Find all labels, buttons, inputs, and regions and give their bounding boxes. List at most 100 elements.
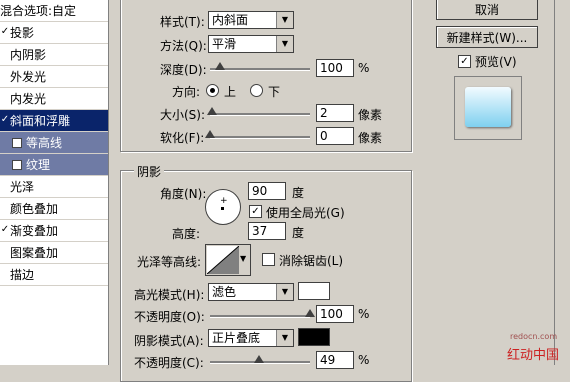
soften-slider-track[interactable]	[210, 136, 310, 139]
shadow-mode-label: 阴影模式(A):	[134, 334, 204, 348]
technique-select[interactable]: 平滑 ▼	[208, 35, 294, 53]
style-item-label: 内阴影	[10, 48, 47, 62]
highlight-mode-label: 高光模式(H):	[134, 288, 205, 302]
direction-down-label: 下	[268, 85, 281, 99]
soften-input[interactable]: 0	[316, 127, 354, 145]
technique-select-value: 平滑	[212, 37, 237, 51]
altitude-input[interactable]: 37	[248, 222, 286, 240]
shadow-opacity-slider-thumb[interactable]	[254, 355, 264, 363]
angle-unit: 度	[292, 186, 305, 200]
shadow-mode-value: 正片叠底	[212, 331, 261, 345]
shadow-color-swatch[interactable]	[298, 328, 330, 346]
style-item-label: 图案叠加	[10, 246, 59, 260]
checkmark-icon[interactable]: ✓	[0, 115, 10, 125]
highlight-mode-select[interactable]: 滤色 ▼	[208, 283, 294, 301]
global-light-checkbox[interactable]: ✓	[249, 205, 262, 218]
contour-preview-icon	[207, 246, 239, 274]
style-item[interactable]: 颜色叠加	[0, 198, 108, 220]
checkbox-icon[interactable]	[0, 49, 10, 59]
highlight-opacity-slider-thumb[interactable]	[305, 309, 315, 317]
size-label: 大小(S):	[160, 108, 206, 122]
blending-options-label: 混合选项:自定	[0, 4, 77, 18]
checkbox-icon[interactable]	[0, 269, 10, 279]
cancel-button[interactable]: 取消	[436, 0, 538, 20]
checkmark-icon: ✓	[251, 206, 260, 217]
chevron-down-icon: ▼	[276, 12, 293, 28]
watermark-logo: 红动中国	[507, 348, 560, 363]
depth-label: 深度(D):	[160, 63, 207, 77]
depth-slider-thumb[interactable]	[215, 62, 225, 70]
style-item[interactable]: 外发光	[0, 66, 108, 88]
highlight-mode-value: 滤色	[212, 285, 237, 299]
chevron-down-icon: ▼	[276, 330, 293, 346]
soften-slider-thumb[interactable]	[205, 130, 215, 138]
angle-input[interactable]: 90	[248, 182, 286, 200]
soften-label: 软化(F):	[160, 131, 205, 145]
chevron-down-icon: ▼	[240, 254, 247, 263]
dial-center-dot	[221, 207, 224, 210]
style-item-label: 描边	[10, 268, 35, 282]
size-slider-thumb[interactable]	[207, 107, 217, 115]
style-item[interactable]: 纹理	[0, 154, 108, 176]
soften-unit: 像素	[358, 131, 383, 145]
preview-checkbox[interactable]: ✓	[458, 55, 471, 68]
highlight-opacity-input[interactable]: 100	[316, 305, 354, 323]
checkmark-icon[interactable]: ✓	[0, 27, 10, 37]
style-item[interactable]: 内发光	[0, 88, 108, 110]
angle-dial[interactable]: +	[205, 189, 241, 225]
style-select[interactable]: 内斜面 ▼	[208, 11, 294, 29]
anti-alias-checkbox[interactable]	[262, 253, 275, 266]
chevron-down-icon: ▼	[276, 36, 293, 52]
depth-slider-track[interactable]	[210, 68, 310, 71]
checkmark-icon[interactable]: ✓	[0, 225, 10, 235]
depth-unit: %	[358, 61, 370, 75]
style-item[interactable]: 内阴影	[0, 44, 108, 66]
style-item[interactable]: ✓ 渐变叠加	[0, 220, 108, 242]
style-item-label: 纹理	[26, 158, 51, 172]
style-item[interactable]: ✓ 斜面和浮雕	[0, 110, 108, 132]
direction-label: 方向:	[172, 85, 201, 99]
blending-options-item[interactable]: 混合选项:自定	[0, 0, 108, 22]
highlight-opacity-label: 不透明度(O):	[134, 310, 205, 324]
shading-title: 阴影	[134, 163, 165, 180]
checkbox-icon[interactable]	[12, 138, 22, 148]
gloss-contour-picker[interactable]: ▼	[205, 244, 251, 276]
shadow-opacity-input[interactable]: 49	[316, 351, 354, 369]
direction-up-label: 上	[224, 85, 237, 99]
anti-alias-label: 消除锯齿(L)	[279, 254, 344, 268]
style-item-label: 外发光	[10, 70, 47, 84]
checkbox-icon[interactable]	[0, 203, 10, 213]
direction-up-radio[interactable]	[206, 84, 219, 97]
style-item[interactable]: ✓ 投影	[0, 22, 108, 44]
altitude-label: 高度:	[172, 227, 201, 241]
style-item[interactable]: 光泽	[0, 176, 108, 198]
checkbox-icon[interactable]	[0, 247, 10, 257]
global-light-label: 使用全局光(G)	[266, 206, 345, 220]
style-label: 样式(T):	[160, 15, 205, 29]
highlight-opacity-slider-track[interactable]	[210, 315, 310, 318]
checkbox-icon[interactable]	[0, 93, 10, 103]
preview-box	[454, 76, 522, 140]
style-item[interactable]: 描边	[0, 264, 108, 286]
styles-list: 混合选项:自定 ✓ 投影 内阴影 外发光 内发光 ✓ 斜面和浮雕 等高线 纹理 光泽 颜色叠加 ✓ 渐变…	[0, 0, 109, 365]
style-item[interactable]: 图案叠加	[0, 242, 108, 264]
checkbox-icon[interactable]	[0, 71, 10, 81]
shadow-mode-select[interactable]: 正片叠底 ▼	[208, 329, 294, 347]
highlight-color-swatch[interactable]	[298, 282, 330, 300]
checkbox-icon[interactable]	[0, 181, 10, 191]
size-unit: 像素	[358, 108, 383, 122]
size-slider-track[interactable]	[210, 113, 310, 116]
highlight-opacity-unit: %	[358, 307, 370, 321]
checkbox-icon[interactable]	[12, 160, 22, 170]
style-item-label: 颜色叠加	[10, 202, 59, 216]
watermark-url: redocn.com	[510, 332, 558, 341]
size-input[interactable]: 2	[316, 104, 354, 122]
style-item-label: 投影	[10, 26, 35, 40]
altitude-unit: 度	[292, 226, 305, 240]
chevron-down-icon: ▼	[276, 284, 293, 300]
direction-down-radio[interactable]	[250, 84, 263, 97]
depth-input[interactable]: 100	[316, 59, 354, 77]
new-style-button[interactable]: 新建样式(W)...	[436, 26, 538, 48]
preview-label: 预览(V)	[475, 55, 517, 69]
style-item[interactable]: 等高线	[0, 132, 108, 154]
